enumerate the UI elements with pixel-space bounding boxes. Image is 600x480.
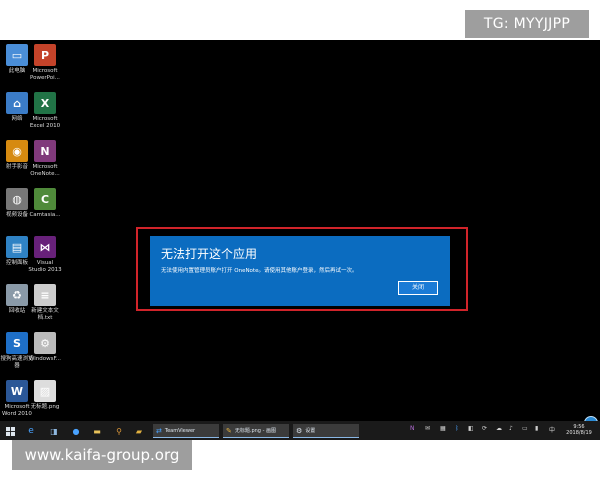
taskbar: e ◨ ● ▬ ⚲ ▰ ⇄ TeamViewer ✎ 无标题.png - 画图 …: [0, 421, 600, 441]
desktop-icon-label: Visual Studio 2013: [28, 260, 62, 273]
power-tray-icon[interactable]: ▮: [535, 425, 538, 432]
image-file-icon: ▨: [34, 380, 56, 402]
cloud-tray-icon[interactable]: ☁: [496, 425, 502, 432]
error-dialog: 无法打开这个应用 无法使用内置管理员账户打开 OneNote。请使用其他账户登录…: [150, 236, 450, 306]
taskbar-clock[interactable]: 9:56 2018/8/19: [560, 424, 598, 436]
volume-tray-icon[interactable]: ♪: [509, 425, 513, 432]
taskbar-ie-icon[interactable]: e: [25, 424, 37, 438]
sync-tray-icon[interactable]: ⟳: [482, 425, 487, 432]
desktop-icon[interactable]: ⚙ WindowsF...: [23, 332, 67, 363]
camtasia-icon: C: [34, 188, 56, 210]
desktop-icon[interactable]: ≡ 新建文本文 档.txt: [23, 284, 67, 321]
text-file-icon: ≡: [34, 284, 56, 306]
dialog-message: 无法使用内置管理员账户打开 OneNote。请使用其他账户登录，然后再试一次。: [161, 268, 358, 274]
bluetooth-tray-icon[interactable]: ᛒ: [455, 425, 459, 432]
teamviewer-icon: ⇄: [156, 426, 162, 435]
desktop-icon-label: Microsoft PowerPoi...: [30, 68, 60, 81]
watermark-top: TG: MYYJJPP: [465, 10, 589, 38]
visual-studio-icon: ⋈: [34, 236, 56, 258]
desktop-icon[interactable]: X Microsoft Excel 2010: [23, 92, 67, 129]
app-tray-icon[interactable]: ▦: [440, 425, 446, 432]
windows-file-icon: ⚙: [34, 332, 56, 354]
paint-icon: ✎: [226, 426, 232, 435]
desktop-icon-label: 新建文本文 档.txt: [31, 308, 59, 321]
clock-date: 2018/8/19: [566, 430, 592, 436]
desktop-icon[interactable]: P Microsoft PowerPoi...: [23, 44, 67, 81]
close-button[interactable]: 关闭: [398, 281, 438, 295]
onenote-icon: N: [34, 140, 56, 162]
powerpoint-icon: P: [34, 44, 56, 66]
ime-indicator[interactable]: 中: [549, 425, 555, 434]
windows-logo-icon: [5, 426, 15, 436]
taskbar-search-icon[interactable]: ⚲: [113, 424, 125, 438]
taskbar-app-settings[interactable]: ⚙ 设置: [293, 424, 359, 438]
dialog-title: 无法打开这个应用: [161, 247, 258, 261]
desktop-icon[interactable]: ⋈ Visual Studio 2013: [23, 236, 67, 273]
settings-icon: ⚙: [296, 426, 303, 435]
desktop-icon[interactable]: ▨ 无标题.png: [23, 380, 67, 411]
desktop-icon-label: Microsoft OneNote...: [30, 164, 60, 177]
taskbar-app-teamviewer[interactable]: ⇄ TeamViewer: [153, 424, 219, 438]
start-button[interactable]: [4, 424, 16, 438]
desktop: ▭ 此电脑 P Microsoft PowerPoi... ⌂ 网络 X Microsoft …: [0, 40, 600, 440]
display-tray-icon[interactable]: ▭: [522, 425, 528, 432]
desktop-icon-label: Microsoft Excel 2010: [29, 116, 61, 129]
onenote-tray-icon[interactable]: N: [410, 425, 415, 432]
taskbar-folder-icon[interactable]: ▰: [133, 424, 145, 438]
desktop-icon[interactable]: N Microsoft OneNote...: [23, 140, 67, 177]
watermark-bottom: www.kaifa-group.org: [12, 440, 192, 470]
taskbar-explorer-icon[interactable]: ▬: [91, 424, 103, 438]
desktop-icon-label: 无标题.png: [30, 404, 60, 410]
network-tray-icon[interactable]: ◧: [468, 425, 474, 432]
desktop-icon-label: WindowsF...: [28, 356, 62, 362]
desktop-icon[interactable]: C Camtasia...: [23, 188, 67, 219]
taskbar-sogou-icon[interactable]: ●: [70, 424, 82, 438]
chat-tray-icon[interactable]: ✉: [425, 425, 430, 432]
excel-icon: X: [34, 92, 56, 114]
screenshot-frame: ▭ 此电脑 P Microsoft PowerPoi... ⌂ 网络 X Microsoft …: [0, 0, 600, 480]
desktop-icon-label: Camtasia...: [29, 212, 61, 218]
taskbar-task-view-icon[interactable]: ◨: [48, 424, 60, 438]
taskbar-app-paint[interactable]: ✎ 无标题.png - 画图: [223, 424, 289, 438]
